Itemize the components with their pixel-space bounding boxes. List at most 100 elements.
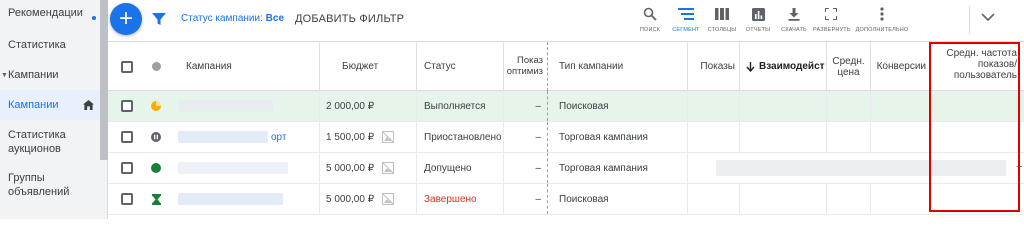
add-campaign-button[interactable]: +	[110, 3, 142, 35]
budget-cell: 5 000,00 ₽	[320, 153, 417, 183]
table-header: Кампания Бюджет Статус Показ оптимиз Тип…	[108, 42, 1024, 91]
row-select-cell	[108, 91, 146, 121]
paused-icon	[151, 132, 161, 142]
redacted-campaign-name	[178, 100, 273, 112]
row-select-cell	[108, 122, 146, 152]
optim-value: –	[535, 100, 541, 112]
status-value: Допущено	[424, 162, 472, 174]
optim-cell: –	[504, 153, 548, 183]
row-checkbox[interactable]	[121, 131, 133, 143]
redacted-campaign-name	[178, 131, 268, 143]
columns-label: СТОЛБЦЫ	[707, 27, 737, 33]
budget-cell: 2 000,00 ₽	[320, 91, 417, 121]
chevron-down-icon[interactable]	[981, 12, 995, 22]
columns-button[interactable]: СТОЛБЦЫ	[704, 6, 740, 33]
no-image-icon[interactable]	[382, 193, 395, 205]
table-row[interactable]: 5 000,00 ₽ Допущено – Торговая кампания …	[108, 153, 1024, 184]
sidebar-item-auction-insights[interactable]: Статистика аукционов	[0, 128, 96, 156]
avg-price-cell	[827, 91, 871, 121]
table-row[interactable]: орт 1 500,00 ₽ Приостановлено – Торговая…	[108, 122, 1024, 153]
table-row[interactable]: 2 000,00 ₽ Выполняется – Поисковая	[108, 91, 1024, 122]
header-budget-label: Бюджет	[342, 61, 379, 72]
ended-hourglass-icon	[151, 193, 161, 205]
status-text-cell: Завершено	[417, 184, 504, 214]
sidebar-item-campaigns[interactable]: Кампании	[0, 90, 100, 120]
header-campaign[interactable]: Кампания	[180, 42, 320, 91]
download-label: СКАЧАТЬ	[781, 27, 807, 33]
segment-label: СЕГМЕНТ	[672, 27, 700, 33]
header-impressions[interactable]: Показы	[688, 42, 740, 91]
conversions-cell	[871, 184, 931, 214]
paused-pie-icon	[151, 101, 161, 111]
status-text-cell: Допущено	[417, 153, 504, 183]
conversions-cell	[871, 122, 931, 152]
type-value: Торговая кампания	[559, 162, 648, 174]
filter-icon[interactable]	[152, 12, 166, 26]
header-optimized-impressions[interactable]: Показ оптимиз	[504, 42, 548, 91]
impressions-cell	[688, 91, 740, 121]
segment-icon	[678, 8, 694, 20]
budget-value: 5 000,00 ₽	[326, 193, 375, 205]
status-value: Завершено	[424, 193, 477, 205]
avg-price-cell	[827, 122, 871, 152]
sidebar-scrollbar[interactable]	[100, 0, 108, 160]
budget-cell: 5 000,00 ₽	[320, 184, 417, 214]
notification-dot-icon	[92, 16, 96, 20]
add-filter-button[interactable]: ДОБАВИТЬ ФИЛЬТР	[295, 13, 404, 25]
optim-cell: –	[504, 184, 548, 214]
budget-value: 1 500,00 ₽	[326, 131, 375, 143]
header-avg-price[interactable]: Средн. цена	[827, 42, 871, 91]
more-vert-icon	[880, 7, 884, 21]
campaign-cell	[166, 184, 320, 214]
row-checkbox[interactable]	[121, 162, 133, 174]
search-button[interactable]: ПОИСК	[632, 6, 668, 33]
sidebar: Рекомендации Статистика ▼ Кампании Кампа…	[0, 0, 108, 219]
type-cell: Торговая кампания	[548, 153, 688, 183]
header-conversions-label: Конверсии	[876, 61, 926, 72]
no-image-icon[interactable]	[382, 162, 395, 174]
campaign-link[interactable]: орт	[271, 132, 286, 143]
sidebar-item-ad-groups[interactable]: Группы объявлений	[0, 171, 96, 199]
status-value: Приостановлено	[424, 131, 502, 143]
search-label: ПОИСК	[639, 27, 661, 33]
interactions-cell	[740, 91, 827, 121]
no-image-icon[interactable]	[382, 131, 395, 143]
sidebar-item-label: Группы объявлений	[8, 172, 70, 198]
select-all-checkbox[interactable]	[121, 60, 133, 73]
sidebar-item-statistics[interactable]: Статистика	[0, 38, 100, 52]
download-icon	[788, 7, 800, 21]
header-impressions-label: Показы	[700, 61, 735, 72]
expand-button[interactable]: РАЗВЕРНУТЬ	[813, 6, 850, 33]
sidebar-group-campaigns[interactable]: Кампании	[0, 68, 100, 82]
header-status[interactable]: Статус	[417, 42, 504, 91]
optim-value: –	[535, 131, 541, 143]
header-type-label: Тип кампании	[559, 61, 624, 72]
status-filter-prefix: Статус кампании:	[181, 13, 266, 24]
fullscreen-icon	[825, 8, 837, 20]
status-dot-header	[146, 42, 166, 91]
header-optim-label: Показ оптимиз	[506, 55, 543, 77]
row-checkbox[interactable]	[121, 100, 133, 112]
conversions-cell	[871, 91, 931, 121]
reports-icon	[751, 7, 765, 21]
table-row[interactable]: 5 000,00 ₽ Завершено – Поисковая	[108, 184, 1024, 215]
header-budget[interactable]: Бюджет	[320, 42, 417, 91]
header-campaign-type[interactable]: Тип кампании	[548, 42, 688, 91]
segment-button[interactable]: СЕГМЕНТ	[668, 6, 704, 33]
sidebar-item-recommendations[interactable]: Рекомендации	[0, 6, 100, 20]
status-text-cell: Выполняется	[417, 91, 504, 121]
row-select-cell	[108, 184, 146, 214]
download-button[interactable]: СКАЧАТЬ	[776, 6, 812, 33]
header-interactions[interactable]: Взаимодейст	[740, 42, 827, 91]
search-icon	[643, 7, 657, 21]
home-icon	[83, 100, 94, 110]
impressions-cell	[688, 184, 740, 214]
reports-button[interactable]: ОТЧЕТЫ	[740, 6, 776, 33]
type-value: Поисковая	[559, 100, 609, 112]
status-dot-header-icon	[151, 62, 161, 71]
more-button[interactable]: ДОПОЛНИТЕЛЬНО	[854, 6, 910, 33]
budget-value: 2 000,00 ₽	[326, 100, 375, 112]
row-checkbox[interactable]	[121, 193, 133, 205]
header-conversions[interactable]: Конверсии	[871, 42, 931, 91]
status-filter-chip[interactable]: Статус кампании: Все	[181, 13, 284, 24]
